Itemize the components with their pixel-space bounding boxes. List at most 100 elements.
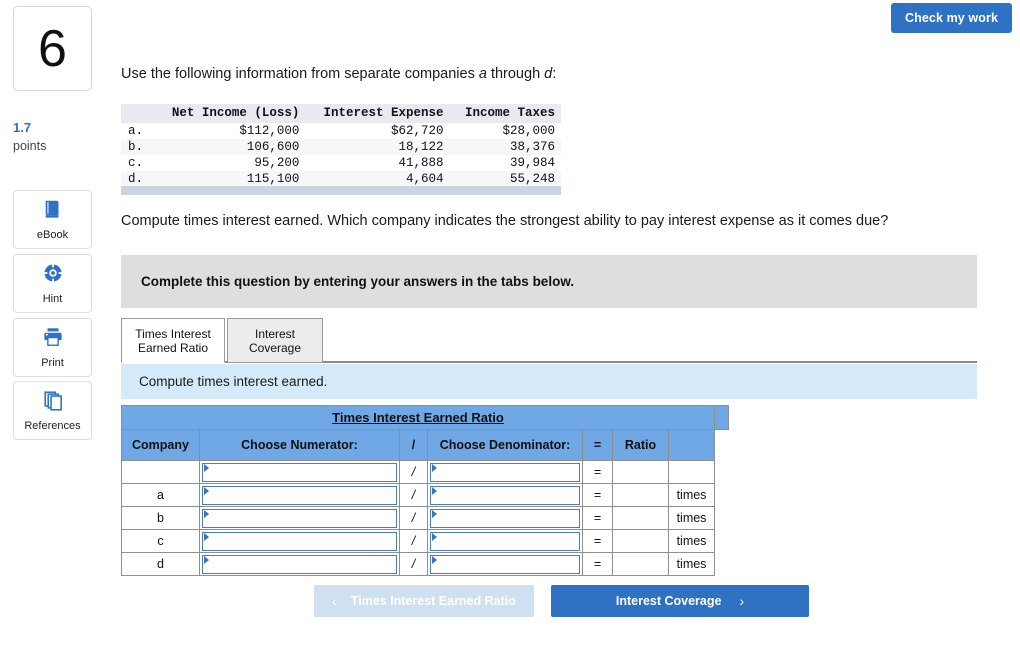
sidebar-item-print[interactable]: Print — [13, 318, 92, 377]
chevron-down-icon — [432, 486, 437, 495]
cell-unit: times — [668, 483, 715, 507]
answer-table-header-row: Company Choose Numerator: / Choose Denom… — [121, 429, 729, 461]
chevron-left-icon: ‹ — [332, 593, 337, 609]
numerator-dropdown[interactable] — [202, 531, 397, 551]
cell-ratio[interactable] — [612, 460, 669, 484]
chevron-down-icon — [432, 532, 437, 541]
question-prompt: Compute times interest earned. Which com… — [121, 213, 889, 229]
cell-company: d — [121, 552, 200, 576]
denominator-dropdown[interactable] — [430, 531, 580, 551]
cell-company — [121, 460, 200, 484]
header-numerator: Choose Numerator: — [199, 429, 400, 461]
complete-question-text: Complete this question by entering your … — [141, 274, 575, 289]
tab-label-line2: Earned Ratio — [137, 340, 209, 355]
sidebar-item-ebook[interactable]: eBook — [13, 190, 92, 249]
next-tab-button[interactable]: Interest Coverage › — [551, 585, 809, 617]
cell-equals: = — [582, 483, 613, 507]
header-slash: / — [399, 429, 428, 461]
cell-equals: = — [582, 529, 613, 553]
given-col-net-income: Net Income (Loss) — [153, 104, 306, 123]
tab-times-interest-earned-ratio[interactable]: Times Interest Earned Ratio — [121, 318, 225, 363]
cell-denominator — [427, 552, 583, 576]
cell-company: a — [121, 483, 200, 507]
cell-unit — [668, 460, 715, 484]
cell-ratio[interactable] — [612, 552, 669, 576]
numerator-dropdown[interactable] — [202, 462, 397, 482]
sidebar-item-label: eBook — [36, 229, 69, 241]
prev-tab-label: Times Interest Earned Ratio — [350, 594, 516, 608]
cell-interest-expense: 18,122 — [398, 140, 444, 154]
given-table-header-row: Net Income (Loss) Interest Expense Incom… — [121, 104, 561, 123]
lifebuoy-icon — [42, 262, 64, 289]
cell-net-income: 115,100 — [246, 172, 300, 186]
numerator-dropdown[interactable] — [202, 485, 397, 505]
denominator-dropdown[interactable] — [430, 462, 580, 482]
sidebar-item-hint[interactable]: Hint — [13, 254, 92, 313]
cell-slash: / — [399, 506, 428, 530]
sidebar-item-references[interactable]: References — [13, 381, 92, 440]
answer-table-title: Times Interest Earned Ratio — [121, 405, 715, 430]
question-number: 6 — [38, 19, 67, 78]
cell-slash: / — [399, 529, 428, 553]
sub-instruction-bar: Compute times interest earned. — [121, 364, 977, 399]
cell-interest-expense: 4,604 — [406, 172, 444, 186]
chevron-down-icon — [432, 555, 437, 564]
cell-slash: / — [399, 460, 428, 484]
header-denominator: Choose Denominator: — [427, 429, 583, 461]
cell-equals: = — [582, 552, 613, 576]
denominator-dropdown[interactable] — [430, 554, 580, 574]
copy-pages-icon — [42, 389, 64, 416]
row-label: b. — [128, 140, 144, 154]
header-ratio: Ratio — [612, 429, 669, 461]
table-row: b / = times — [121, 506, 729, 530]
points-value: 1.7 — [13, 120, 32, 135]
cell-ratio[interactable] — [612, 483, 669, 507]
intro-text: Use the following information from separ… — [121, 66, 556, 82]
table-row: c. 95,200 41,888 39,984 — [121, 155, 561, 171]
cell-numerator — [199, 552, 400, 576]
table-row: d / = times — [121, 552, 729, 576]
numerator-dropdown[interactable] — [202, 508, 397, 528]
table-row: d. 115,100 4,604 55,248 — [121, 171, 561, 187]
intro-suffix: : — [552, 66, 557, 82]
cell-slash: / — [399, 483, 428, 507]
row-spacer — [714, 483, 729, 507]
tab-interest-coverage[interactable]: Interest Coverage — [227, 318, 323, 363]
cell-numerator — [199, 460, 400, 484]
denominator-dropdown[interactable] — [430, 508, 580, 528]
cell-denominator — [427, 529, 583, 553]
cell-ratio[interactable] — [612, 529, 669, 553]
cell-interest-expense: 41,888 — [398, 156, 444, 170]
numerator-dropdown[interactable] — [202, 554, 397, 574]
given-col-label — [121, 104, 153, 123]
sidebar-item-label: Print — [41, 357, 64, 369]
cell-income-taxes: 55,248 — [509, 172, 555, 186]
cell-equals: = — [582, 506, 613, 530]
cell-net-income: 106,600 — [246, 140, 300, 154]
cell-slash: / — [399, 552, 428, 576]
denominator-dropdown[interactable] — [430, 485, 580, 505]
chevron-right-icon: › — [739, 593, 745, 609]
table-row: a / = times — [121, 483, 729, 507]
check-my-work-button[interactable]: Check my work — [890, 3, 1012, 33]
chevron-down-icon — [204, 532, 209, 541]
given-col-interest-expense: Interest Expense — [305, 104, 450, 123]
chevron-down-icon — [432, 463, 437, 472]
cell-ratio[interactable] — [612, 506, 669, 530]
header-company: Company — [121, 429, 200, 461]
cell-denominator — [427, 483, 583, 507]
row-label: d. — [128, 172, 144, 186]
prev-tab-button[interactable]: ‹ Times Interest Earned Ratio — [314, 585, 534, 617]
intro-middle: through — [486, 66, 545, 82]
cell-unit: times — [668, 529, 715, 553]
cell-net-income: 95,200 — [254, 156, 300, 170]
row-label: c. — [128, 156, 144, 170]
answer-table-wrapper: Times Interest Earned Ratio Company Choo… — [121, 405, 729, 576]
given-data-table-wrapper: Net Income (Loss) Interest Expense Incom… — [121, 104, 561, 187]
left-sidebar: 6 1.7 points eBook Hint Print References — [0, 0, 105, 652]
answer-table-title-row: Times Interest Earned Ratio — [121, 405, 729, 430]
cell-unit: times — [668, 506, 715, 530]
answer-table-title-text: Times Interest Earned Ratio — [332, 410, 504, 425]
chevron-down-icon — [204, 509, 209, 518]
table-row: / = — [121, 460, 729, 484]
